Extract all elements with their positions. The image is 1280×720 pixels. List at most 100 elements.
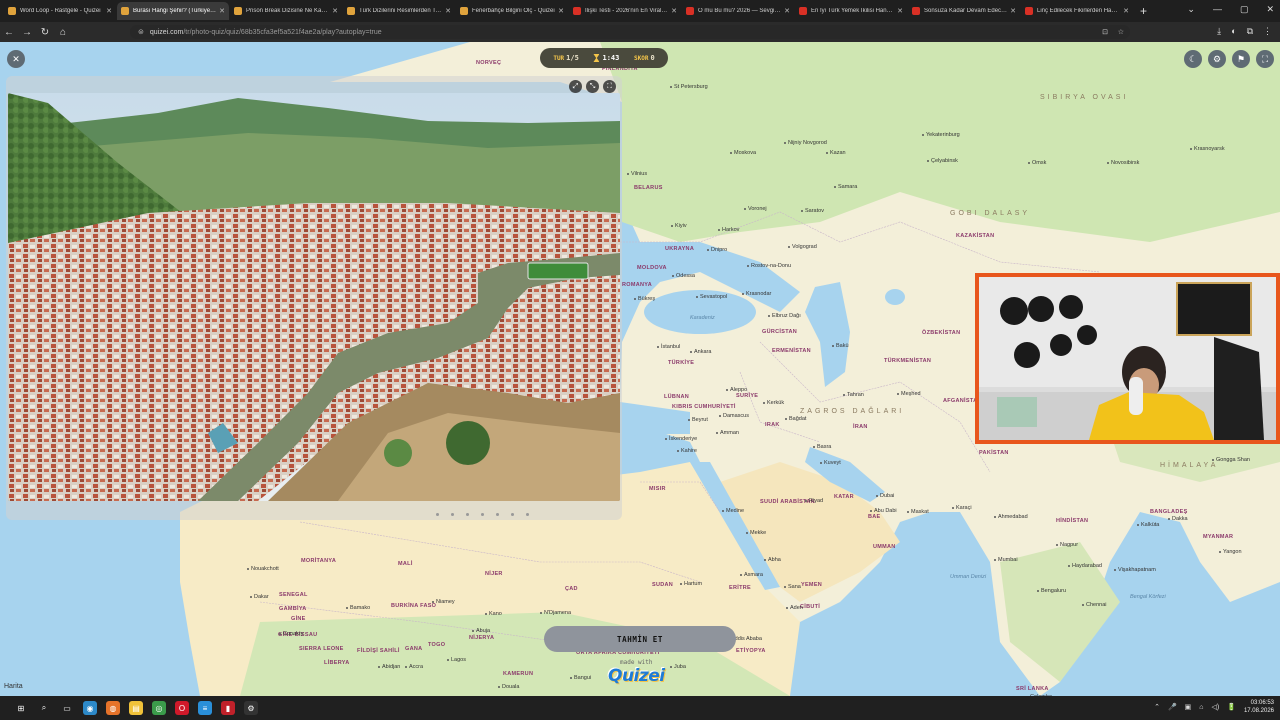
reload-icon[interactable]: ↻ <box>36 27 54 38</box>
browser-tab[interactable]: İlişki Testi - 2026'nın En Viral Te ✕ <box>569 2 681 20</box>
tab-close-icon[interactable]: ✕ <box>106 7 112 15</box>
browser-tab[interactable]: Prison Break Dizisine Ne Kadar ✕ <box>230 2 342 20</box>
browser-tab[interactable]: Fenerbahçe Bilgini Ölç - Quizei ✕ <box>456 2 568 20</box>
downloads-icon[interactable]: ⤓ <box>1217 26 1221 37</box>
new-tab-button[interactable]: + <box>1140 4 1147 18</box>
tab-favicon-icon <box>234 7 242 15</box>
browser-tab[interactable]: O mu Bu mu? 2026 — Sevgilini ✕ <box>682 2 794 20</box>
forward-icon[interactable]: → <box>18 27 36 38</box>
system-clock[interactable]: 03:06:53 17.08.2026 <box>1244 699 1274 715</box>
map-country-label: YEMEN <box>801 582 823 588</box>
shrink-photo-icon[interactable]: ⤢ <box>569 80 582 93</box>
map-country-label: KIBRIS CUMHURİYETİ <box>672 404 736 410</box>
map-city-label: Omsk <box>1028 160 1046 166</box>
firefox-icon[interactable]: ◍ <box>106 701 120 715</box>
browser-tab[interactable]: Linç Edilecek Fikirlerden Hangis ✕ <box>1021 2 1133 20</box>
media-app-icon[interactable]: ▮ <box>221 701 235 715</box>
map-city-label: Harkov <box>718 227 739 233</box>
map-city-label: Nagpur <box>1056 542 1078 548</box>
map-country-label: MOLDOVA <box>637 265 667 271</box>
extensions-puzzle-icon[interactable]: ⧉ <box>1247 26 1253 37</box>
windows-start-icon[interactable]: ⊞ <box>14 701 28 715</box>
copilot-icon[interactable]: ◉ <box>83 701 97 715</box>
extension-icon[interactable]: ◐ <box>1231 26 1236 37</box>
browser-tab[interactable]: Sonsuza Kadar Devam Edecek İl ✕ <box>908 2 1020 20</box>
bookmark-star-icon[interactable]: ☆ <box>1118 28 1124 36</box>
tab-close-icon[interactable]: ✕ <box>332 7 338 15</box>
quiz-page: NORVEÇ FİNLANDİYA BELARUS UKRAYNA MOLDOVA ROM… <box>0 42 1280 696</box>
report-flag-icon[interactable]: ⚑ <box>1232 50 1250 68</box>
map-city-label: Lagos <box>447 657 466 663</box>
chrome-icon[interactable]: ◎ <box>152 701 166 715</box>
map-city-label: Bükreş <box>634 296 655 302</box>
settings-icon[interactable]: ⚙ <box>1208 50 1226 68</box>
map-country-label: CİBUTİ <box>800 604 821 610</box>
close-window-icon[interactable]: ✕ <box>1266 4 1274 15</box>
tab-close-icon[interactable]: ✕ <box>784 7 790 15</box>
display-icon[interactable]: ▣ <box>1185 703 1192 711</box>
battery-icon[interactable]: 🔋 <box>1227 703 1236 711</box>
microphone-icon[interactable]: 🎤 <box>1168 703 1177 711</box>
volume-icon[interactable]: ◁) <box>1212 703 1220 711</box>
map-city-label: Elbruz Dağı <box>768 313 801 319</box>
browser-tab[interactable]: En İyi Türk Yemek İkilisi Hangisi ✕ <box>795 2 907 20</box>
map-city-label: Douala <box>498 684 519 690</box>
back-icon[interactable]: ← <box>0 27 18 38</box>
close-quiz-button[interactable]: ✕ <box>7 50 25 68</box>
map-city-label: Odessa <box>672 273 695 279</box>
quizei-logo[interactable]: Quizei <box>608 666 665 686</box>
network-icon[interactable]: ⌂ <box>1199 704 1203 711</box>
map-city-label: Nijniy Novgorod <box>784 140 827 146</box>
photo-pagination <box>436 513 529 516</box>
tab-close-icon[interactable]: ✕ <box>558 7 564 15</box>
home-icon[interactable]: ⌂ <box>54 27 72 38</box>
install-app-icon[interactable]: ⊡ <box>1102 28 1108 36</box>
map-region-label: ZAGROS DAĞLARI <box>800 408 905 415</box>
show-hidden-icons-icon[interactable]: ⌃ <box>1154 703 1160 711</box>
file-explorer-icon[interactable]: ▤ <box>129 701 143 715</box>
map-city-label: Ankara <box>690 349 711 355</box>
map-country-label: BELARUS <box>634 185 663 191</box>
browser-tab[interactable]: Türk Dizilerini Resimlerden Tahı ✕ <box>343 2 455 20</box>
round-label: TUR <box>553 55 565 62</box>
map-country-label: LÜBNAN <box>664 394 690 400</box>
map-country-label: ERMENİSTAN <box>772 348 811 354</box>
browser-tab[interactable]: Burası Hangi Şehir? (Türkiye) - Q ✕ <box>117 2 229 20</box>
maximize-icon[interactable]: ▢ <box>1240 4 1249 15</box>
task-view-icon[interactable]: ▭ <box>60 701 74 715</box>
map-country-label: LİBERYA <box>324 660 350 666</box>
guess-button[interactable]: TAHMİN ET <box>544 626 736 652</box>
dark-mode-icon[interactable]: ☾ <box>1184 50 1202 68</box>
clock-time: 03:06:53 <box>1250 700 1274 706</box>
tab-close-icon[interactable]: ✕ <box>897 7 903 15</box>
map-city-label: Novosibirsk <box>1107 160 1139 166</box>
tab-close-icon[interactable]: ✕ <box>219 7 225 15</box>
round-indicator: TUR 1/5 <box>553 54 579 62</box>
steam-icon[interactable]: ⚙ <box>244 701 258 715</box>
tab-close-icon[interactable]: ✕ <box>445 7 451 15</box>
site-info-icon[interactable]: ⊜ <box>138 28 144 36</box>
browser-tab[interactable]: Word Loop - Rastgele - Quizei ✕ <box>4 2 116 20</box>
minimize-icon[interactable]: — <box>1213 4 1222 15</box>
opera-icon[interactable]: O <box>175 701 189 715</box>
tab-close-icon[interactable]: ✕ <box>1123 7 1129 15</box>
window-controls: ⌄ — ▢ ✕ <box>1187 4 1274 15</box>
tab-close-icon[interactable]: ✕ <box>1010 7 1016 15</box>
browser-menu-icon[interactable]: ⋮ <box>1263 26 1272 37</box>
expand-photo-icon[interactable]: ⤡ <box>586 80 599 93</box>
tab-search-icon[interactable]: ⌄ <box>1187 4 1195 15</box>
tab-close-icon[interactable]: ✕ <box>671 7 677 15</box>
streamer-image <box>979 277 1276 440</box>
map-sea-label: Umman Denizi <box>950 574 987 580</box>
fullscreen-map-icon[interactable]: ⛶ <box>1256 50 1274 68</box>
fullscreen-photo-icon[interactable]: ⛶ <box>603 80 616 93</box>
map-country-label: MYANMAR <box>1203 534 1234 540</box>
webcam-overlay <box>975 273 1280 444</box>
map-city-label: Çelyabinsk <box>927 158 958 164</box>
search-icon[interactable]: ⌕ <box>37 701 51 715</box>
map-country-label: PAKİSTAN <box>979 450 1009 456</box>
map-city-label: Bağdat <box>785 416 806 422</box>
notepad-icon[interactable]: ≡ <box>198 701 212 715</box>
url-field[interactable]: ⊜ quizei.com/tr/photo-quiz/quiz/68b35cfa… <box>130 25 1130 39</box>
map-city-label: Rostov-na-Donu <box>747 263 791 269</box>
